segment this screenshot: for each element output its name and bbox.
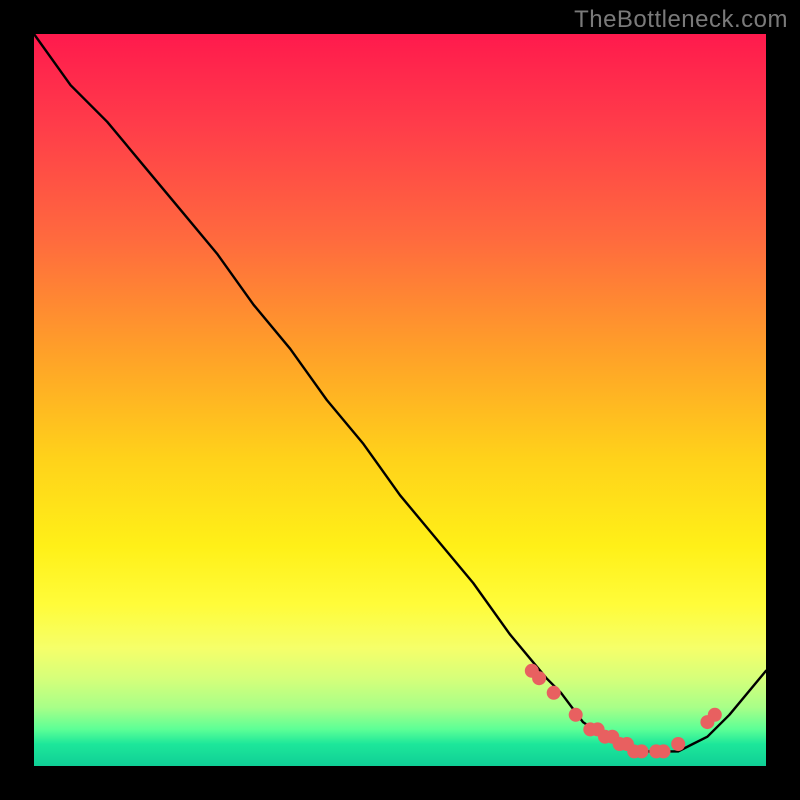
plot-area (34, 34, 766, 766)
scatter-point (657, 744, 671, 758)
scatter-point (569, 708, 583, 722)
scatter-point (532, 671, 546, 685)
watermark-text: TheBottleneck.com (574, 6, 788, 34)
scatter-point (708, 708, 722, 722)
scatter-point (547, 686, 561, 700)
bottleneck-curve (34, 34, 766, 751)
chart-frame: TheBottleneck.com (0, 0, 800, 800)
chart-svg (34, 34, 766, 766)
scatter-point (635, 744, 649, 758)
scatter-point (671, 737, 685, 751)
